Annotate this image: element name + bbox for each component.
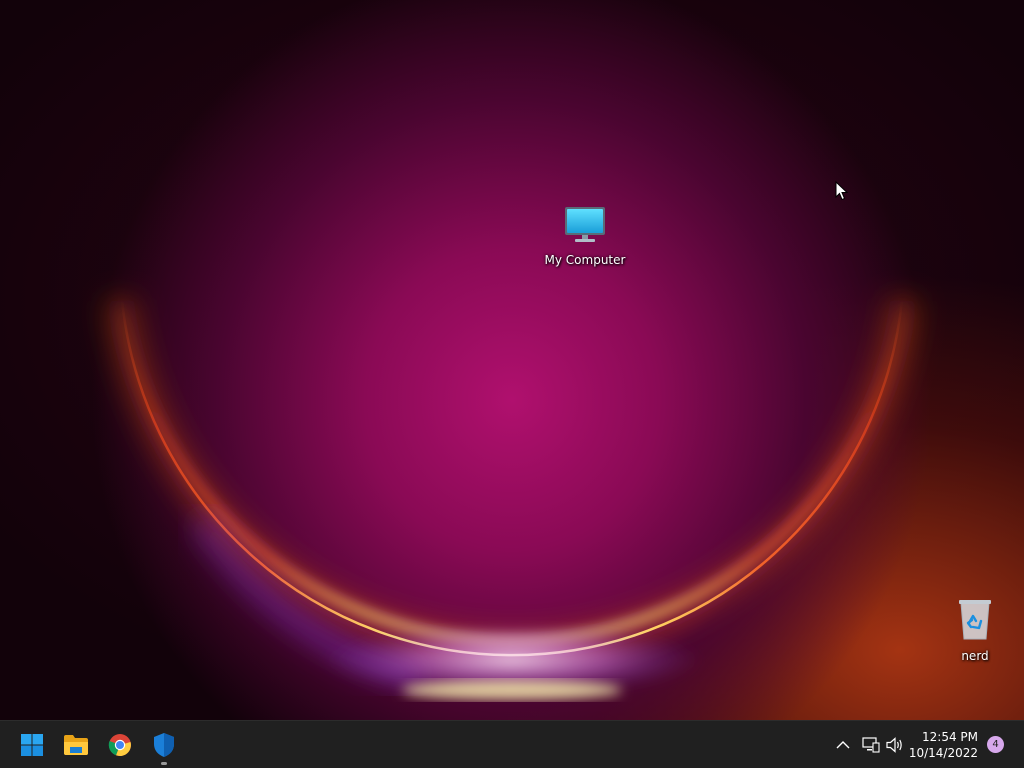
taskbar: 12:54 PM 10/14/2022 (0, 720, 1024, 768)
show-hidden-icons-button[interactable] (833, 735, 853, 755)
clock-button[interactable]: 12:54 PM 10/14/2022 (909, 729, 978, 761)
speaker-icon (886, 737, 902, 753)
chevron-up-icon (836, 741, 850, 749)
wallpaper-glow (106, 289, 918, 700)
windows-logo-icon (21, 734, 43, 756)
start-button[interactable] (14, 727, 50, 763)
mouse-cursor-icon (835, 181, 849, 201)
desktop-icon-label: nerd (961, 649, 989, 663)
desktop[interactable]: My Computer nerd (0, 0, 1024, 720)
network-icon (862, 737, 880, 753)
network-button[interactable] (861, 735, 881, 755)
shield-icon (154, 733, 174, 757)
clock-time: 12:54 PM (922, 730, 978, 744)
desktop-icon-label: My Computer (544, 253, 626, 267)
recycle-bin-icon (959, 600, 991, 640)
chrome-icon (108, 734, 131, 757)
desktop-icon-recycle-bin[interactable]: nerd (930, 597, 1020, 663)
taskbar-file-explorer-button[interactable] (58, 727, 94, 763)
running-indicator (161, 762, 167, 765)
taskbar-chrome-button[interactable] (102, 727, 138, 763)
taskbar-windows-security-button[interactable] (146, 727, 182, 765)
monitor-icon (565, 207, 605, 242)
folder-icon (64, 735, 88, 755)
notification-badge[interactable]: 4 (987, 736, 1004, 753)
clock-date: 10/14/2022 (908, 746, 978, 760)
desktop-icon-my-computer[interactable]: My Computer (540, 205, 630, 267)
volume-button[interactable] (885, 735, 905, 755)
